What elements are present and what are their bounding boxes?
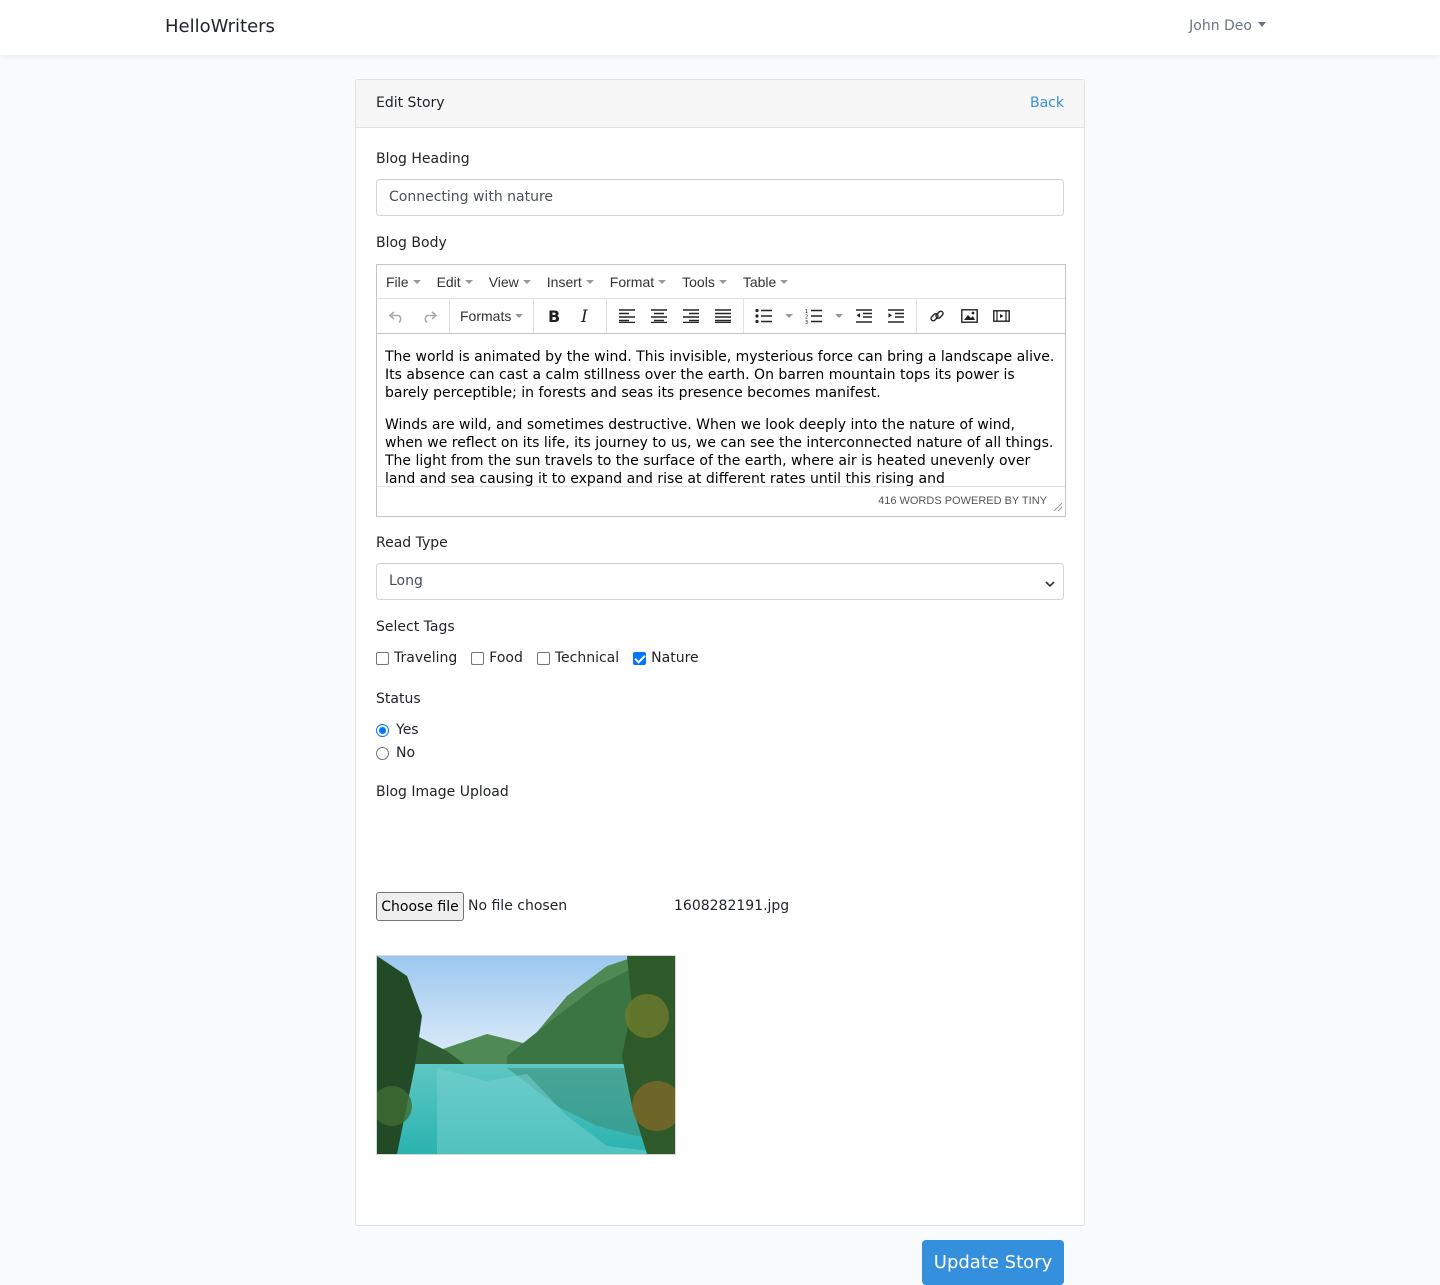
image-icon[interactable] [953, 302, 985, 330]
tag-checkbox[interactable] [376, 651, 389, 665]
status-label: Status [376, 691, 421, 707]
heading-input[interactable]: Connecting with nature [376, 179, 1064, 216]
menu-table[interactable]: Table [738, 274, 793, 290]
landscape-image [377, 956, 675, 1154]
undo-icon[interactable] [381, 302, 413, 330]
status-yes[interactable]: Yes [376, 722, 419, 738]
page-title: Edit Story [376, 95, 445, 111]
align-justify-icon[interactable] [707, 302, 739, 330]
radio-unselected[interactable] [376, 746, 389, 760]
upload-label: Blog Image Upload [376, 784, 509, 800]
user-name: John Deo [1189, 18, 1252, 34]
svg-text:I: I [580, 308, 588, 324]
navbar: HelloWriters John Deo [0, 0, 1440, 55]
edit-story-card: Edit Story Back Blog Heading Connecting … [355, 79, 1085, 1285]
tag-traveling[interactable]: Traveling [376, 650, 457, 666]
body-label: Blog Body [376, 235, 447, 251]
read-type-selected: Long [389, 573, 423, 589]
update-story-button[interactable]: Update Story [922, 1240, 1064, 1285]
blog-image-preview [376, 955, 676, 1155]
italic-icon[interactable]: I [570, 302, 602, 330]
tag-checkbox[interactable] [536, 651, 550, 665]
redo-icon[interactable] [413, 302, 445, 330]
bold-icon[interactable]: B [538, 302, 570, 330]
file-status: No file chosen [468, 898, 568, 914]
choose-file-button[interactable]: Choose file [376, 892, 464, 921]
word-count: 416 WORDS POWERED BY TINY [878, 495, 1047, 507]
tag-checkbox-checked[interactable] [633, 651, 647, 665]
chevron-down-icon [1045, 576, 1055, 592]
align-center-icon[interactable] [643, 302, 675, 330]
menu-format[interactable]: Format [605, 274, 671, 290]
brand-logo[interactable]: HelloWriters [165, 16, 275, 37]
indent-icon[interactable] [880, 302, 912, 330]
menu-edit[interactable]: Edit [432, 274, 478, 290]
editor-toolbar: Formats B I 1 2 3 [377, 299, 1065, 334]
menu-file[interactable]: File [381, 274, 426, 290]
tags-label: Select Tags [376, 619, 455, 635]
media-icon[interactable] [985, 302, 1017, 330]
editor-statusbar: 416 WORDS POWERED BY TINY [377, 486, 1065, 514]
editor-menubar: File Edit View Insert Format Tools Table [377, 265, 1065, 299]
card-header: Edit Story Back [356, 80, 1084, 128]
link-icon[interactable] [921, 302, 953, 330]
align-left-icon[interactable] [611, 302, 643, 330]
outdent-icon[interactable] [848, 302, 880, 330]
editor-content[interactable]: The world is animated by the wind. This … [377, 334, 1065, 486]
editor-paragraph: The world is animated by the wind. This … [385, 349, 1055, 401]
heading-label: Blog Heading [376, 151, 470, 167]
editor-paragraph: Winds are wild, and sometimes destructiv… [385, 417, 1054, 486]
menu-view[interactable]: View [484, 274, 536, 290]
read-type-select[interactable]: Long [376, 563, 1064, 600]
numbered-list-chevron-down-icon[interactable] [830, 302, 848, 330]
bullet-list-icon[interactable] [748, 302, 780, 330]
svg-text:B: B [548, 308, 560, 324]
tag-food[interactable]: Food [471, 650, 523, 666]
tags-group: Traveling Food Technical Nature [376, 650, 713, 666]
formats-dropdown[interactable]: Formats [454, 308, 529, 324]
current-file-name: 1608282191.jpg [674, 898, 790, 914]
align-right-icon[interactable] [675, 302, 707, 330]
rich-text-editor: File Edit View Insert Format Tools Table [376, 264, 1066, 517]
numbered-list-icon[interactable]: 123 [798, 302, 830, 330]
back-link[interactable]: Back [1030, 95, 1064, 111]
user-menu-dropdown[interactable]: John Deo [1189, 18, 1266, 34]
chevron-down-icon [1258, 22, 1266, 27]
tag-nature[interactable]: Nature [633, 650, 699, 666]
status-no[interactable]: No [376, 745, 415, 761]
read-type-label: Read Type [376, 535, 448, 551]
radio-selected[interactable] [376, 723, 389, 737]
svg-text:3: 3 [805, 320, 808, 324]
menu-tools[interactable]: Tools [677, 274, 732, 290]
resize-handle-icon[interactable] [1054, 503, 1062, 511]
tag-checkbox[interactable] [471, 651, 485, 665]
menu-insert[interactable]: Insert [542, 274, 599, 290]
bullet-list-chevron-down-icon[interactable] [780, 302, 798, 330]
tag-technical[interactable]: Technical [536, 650, 619, 666]
